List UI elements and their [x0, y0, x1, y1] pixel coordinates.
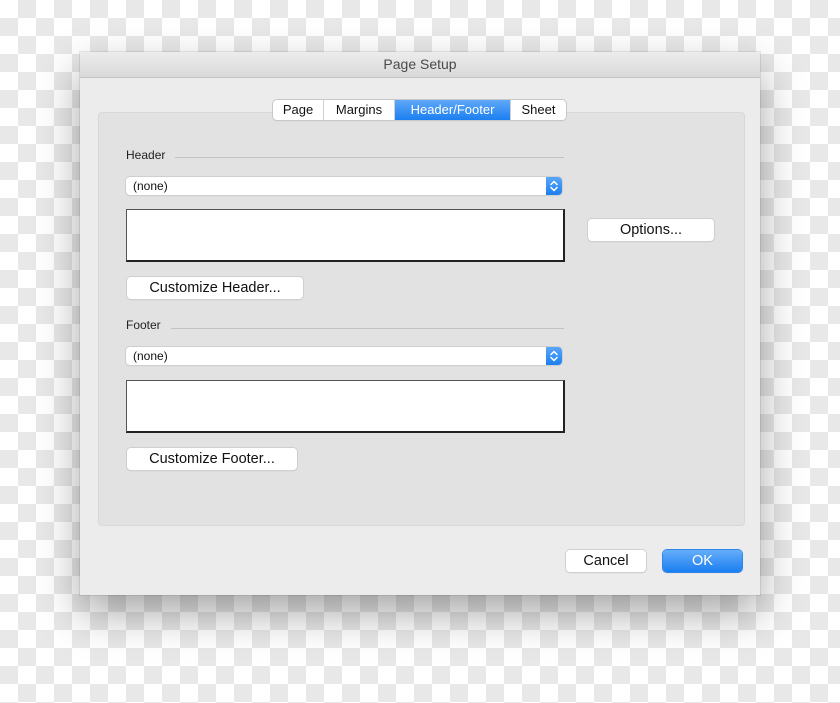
options-button[interactable]: Options...: [588, 219, 714, 241]
tab-header-footer[interactable]: Header/Footer: [395, 100, 511, 120]
up-down-chevron-icon[interactable]: [546, 347, 562, 365]
customize-footer-button[interactable]: Customize Footer...: [127, 448, 297, 470]
up-down-chevron-icon[interactable]: [546, 177, 562, 195]
footer-select[interactable]: (none): [126, 347, 562, 365]
footer-select-value: (none): [133, 349, 168, 363]
header-group-label: Header: [126, 148, 166, 162]
cancel-button[interactable]: Cancel: [566, 550, 646, 572]
header-preview: [126, 209, 565, 262]
tab-page[interactable]: Page: [273, 100, 324, 120]
header-select[interactable]: (none): [126, 177, 562, 195]
footer-group-label: Footer: [126, 318, 161, 332]
header-select-value: (none): [133, 179, 168, 193]
header-group-divider: [175, 157, 564, 158]
dialog-title: Page Setup: [80, 52, 760, 78]
customize-header-button[interactable]: Customize Header...: [127, 277, 303, 299]
page-setup-dialog: Page Setup Page Margins Header/Footer Sh…: [80, 52, 760, 595]
tab-margins[interactable]: Margins: [324, 100, 395, 120]
tab-bar: Page Margins Header/Footer Sheet: [273, 100, 566, 120]
ok-button[interactable]: OK: [663, 550, 742, 572]
footer-group-divider: [171, 328, 564, 329]
footer-preview: [126, 380, 565, 433]
tab-sheet[interactable]: Sheet: [511, 100, 566, 120]
